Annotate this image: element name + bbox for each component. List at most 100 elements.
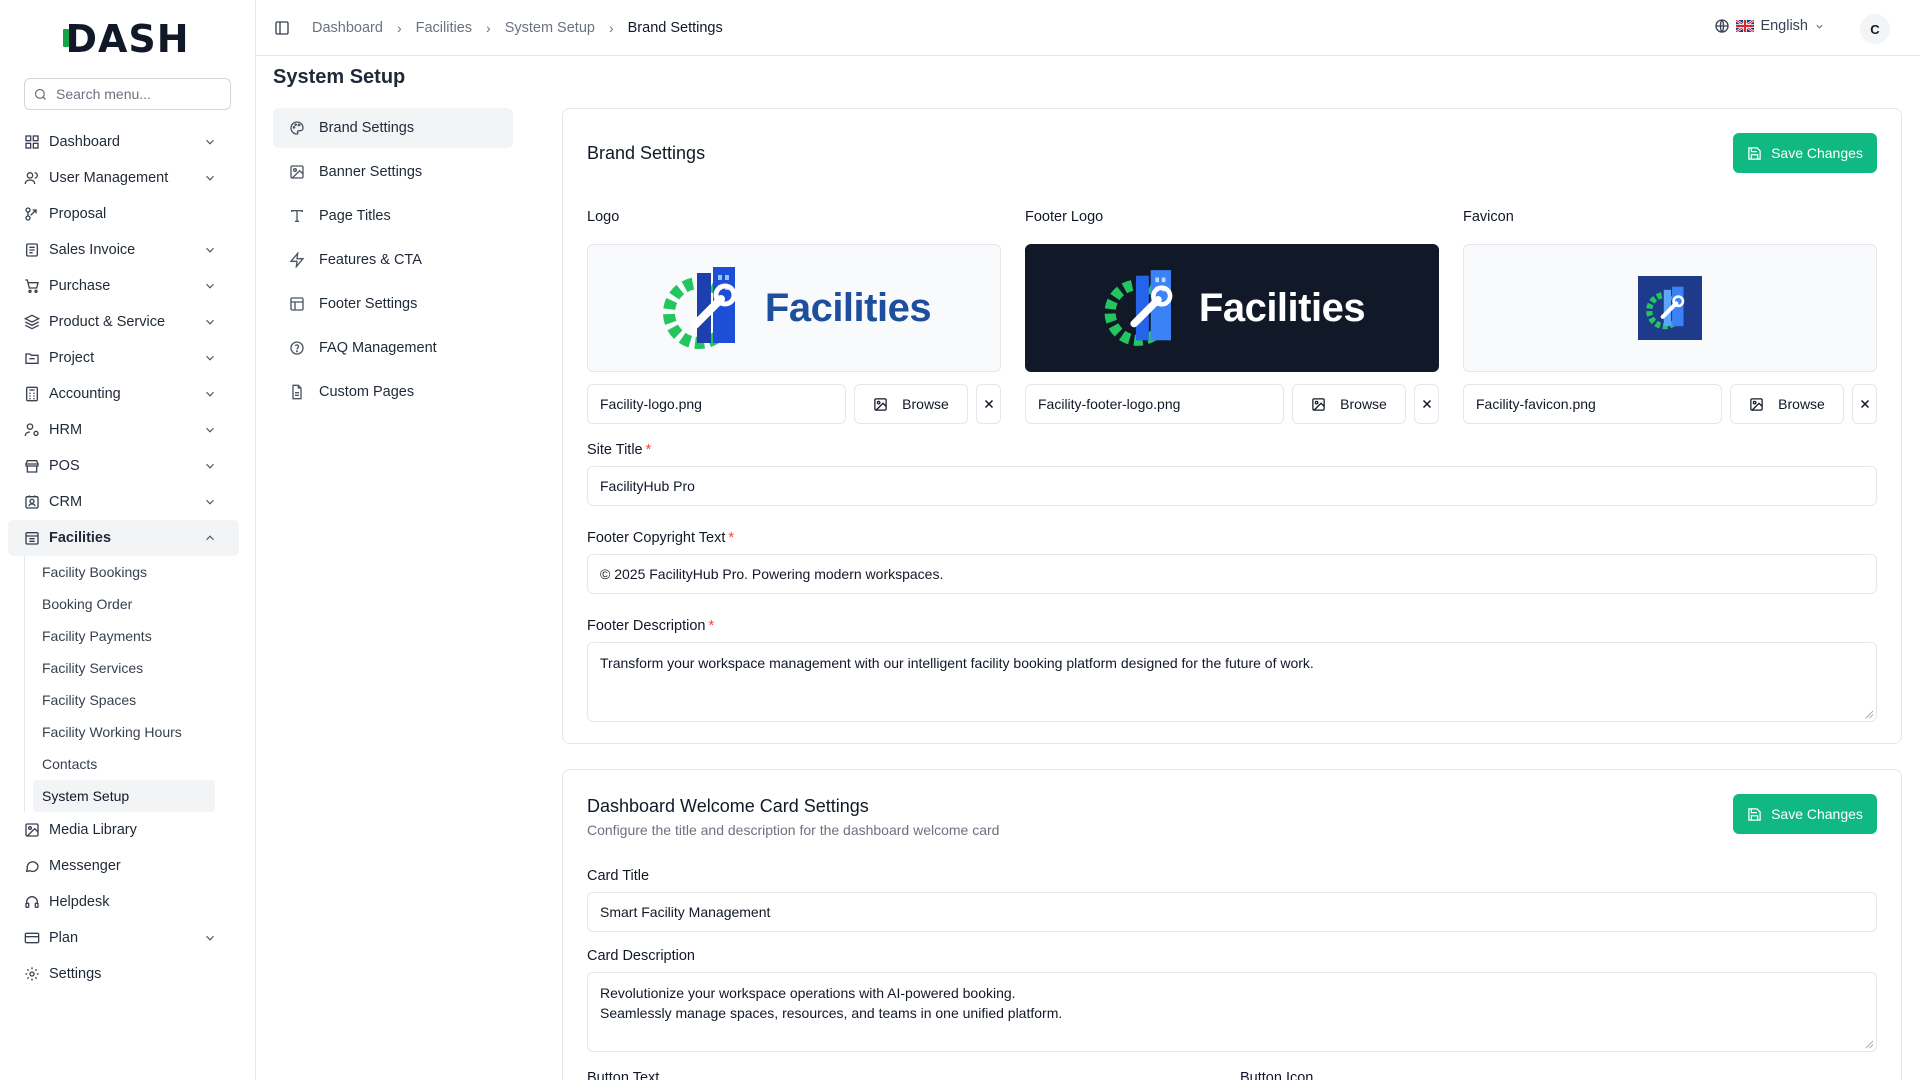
headset-icon <box>25 896 39 908</box>
resize-grip-icon[interactable] <box>1865 710 1874 719</box>
sidebar-item-label: Messenger <box>49 858 121 874</box>
submenu-item-contacts[interactable]: Contacts <box>33 748 215 780</box>
logo-filename-input[interactable]: Facility-logo.png <box>587 384 846 424</box>
sidebar-item-accounting[interactable]: Accounting <box>8 376 239 412</box>
save-icon <box>1748 146 1761 160</box>
footer-logo-browse-button[interactable]: Browse <box>1292 384 1406 424</box>
logo-browse-button[interactable]: Browse <box>854 384 968 424</box>
required-marker: * <box>708 618 715 634</box>
settings-tab-custom-pages[interactable]: Custom Pages <box>273 372 513 412</box>
sidebar-item-sales-invoice[interactable]: Sales Invoice <box>8 232 239 268</box>
submenu-item-booking-order[interactable]: Booking Order <box>33 588 215 620</box>
store-icon <box>25 460 39 473</box>
browse-label: Browse <box>902 396 949 412</box>
sidebar-item-label: Accounting <box>49 386 121 402</box>
breadcrumb-dashboard[interactable]: Dashboard <box>312 20 383 36</box>
settings-tab-features-cta[interactable]: Features & CTA <box>273 240 513 280</box>
settings-tab-brand[interactable]: Brand Settings <box>273 108 513 148</box>
footer-logo-filename-input[interactable]: Facility-footer-logo.png <box>1025 384 1284 424</box>
language-selector[interactable]: English <box>1714 18 1825 34</box>
breadcrumb-separator: › <box>608 19 614 36</box>
logo-clear-button[interactable] <box>976 384 1001 424</box>
site-title-input[interactable]: FacilityHub Pro <box>587 466 1877 506</box>
site-title-label-text: Site Title <box>587 442 643 458</box>
folder-icon <box>25 353 39 364</box>
save-changes-button[interactable]: Save Changes <box>1733 794 1877 834</box>
sidebar-item-settings[interactable]: Settings <box>8 956 239 992</box>
footer-logo-preview: Facilities <box>1025 244 1439 372</box>
settings-tab-page-titles[interactable]: Page Titles <box>273 196 513 236</box>
sidebar-item-hrm[interactable]: HRM <box>8 412 239 448</box>
favicon-preview <box>1463 244 1877 372</box>
sidebar-item-dashboard[interactable]: Dashboard <box>8 124 239 160</box>
footer-description-textarea[interactable]: Transform your workspace management with… <box>587 642 1877 722</box>
submenu-item-facility-services[interactable]: Facility Services <box>33 652 215 684</box>
sidebar-item-user-management[interactable]: User Management <box>8 160 239 196</box>
settings-tab-banner[interactable]: Banner Settings <box>273 152 513 192</box>
sidebar-item-label: Sales Invoice <box>49 242 136 258</box>
chevron-down-icon <box>206 283 214 289</box>
facilities-submenu: Facility Bookings Booking Order Facility… <box>24 556 215 812</box>
close-icon <box>984 399 993 409</box>
zap-icon <box>289 252 305 268</box>
settings-tab-footer[interactable]: Footer Settings <box>273 284 513 324</box>
footer-copyright-input[interactable]: © 2025 FacilityHub Pro. Powering modern … <box>587 554 1877 594</box>
sidebar-item-label: Proposal <box>49 206 107 222</box>
search-placeholder: Search menu... <box>56 86 151 102</box>
sidebar-item-purchase[interactable]: Purchase <box>8 268 239 304</box>
plan-icon <box>24 932 40 944</box>
sidebar-item-project[interactable]: Project <box>8 340 239 376</box>
image-icon <box>874 397 887 411</box>
image-icon <box>25 823 39 837</box>
footer-description-value: Transform your workspace management with… <box>600 655 1314 671</box>
settings-tab-faq[interactable]: FAQ Management <box>273 328 513 368</box>
invoice-icon <box>26 243 38 257</box>
sidebar-nav: Dashboard User Management Proposal Sales… <box>0 124 255 992</box>
submenu-item-facility-working-hours[interactable]: Facility Working Hours <box>33 716 215 748</box>
favicon-browse-button[interactable]: Browse <box>1730 384 1844 424</box>
card-title-field: Card Title Smart Facility Management <box>587 868 1877 932</box>
gear-icon <box>25 967 39 981</box>
sidebar-toggle-icon[interactable] <box>274 20 290 36</box>
submenu-item-facility-bookings[interactable]: Facility Bookings <box>33 556 215 588</box>
card-title-input[interactable]: Smart Facility Management <box>587 892 1877 932</box>
user-avatar[interactable]: C <box>1860 14 1890 44</box>
save-changes-button[interactable]: Save Changes <box>1733 133 1877 173</box>
resize-grip-icon[interactable] <box>1865 1040 1874 1049</box>
settings-tab-label: Custom Pages <box>319 384 415 400</box>
sidebar-item-crm[interactable]: CRM <box>8 484 239 520</box>
favicon-clear-button[interactable] <box>1852 384 1877 424</box>
card-description-label: Card Description <box>587 948 695 964</box>
chevron-up-icon <box>206 535 214 541</box>
settings-tab-label: Features & CTA <box>319 252 422 268</box>
globe-icon <box>1715 19 1730 33</box>
sidebar-item-proposal[interactable]: Proposal <box>8 196 239 232</box>
footer-logo-clear-button[interactable] <box>1414 384 1439 424</box>
sidebar-item-pos[interactable]: POS <box>8 448 239 484</box>
card-description-textarea[interactable]: Revolutionize your workspace operations … <box>587 972 1877 1052</box>
settings-tab-label: FAQ Management <box>319 340 437 356</box>
favicon-upload: Favicon Facility-favicon.png Browse <box>1463 209 1877 424</box>
app-logo[interactable]: DASH <box>0 0 255 78</box>
logo-preview: Facilities <box>587 244 1001 372</box>
settings-tab-label: Brand Settings <box>319 120 415 136</box>
sidebar-item-helpdesk[interactable]: Helpdesk <box>8 884 239 920</box>
sidebar-item-product-service[interactable]: Product & Service <box>8 304 239 340</box>
sidebar-item-messenger[interactable]: Messenger <box>8 848 239 884</box>
sidebar-item-media-library[interactable]: Media Library <box>8 812 239 848</box>
chevron-down-icon <box>206 175 214 181</box>
favicon-filename-input[interactable]: Facility-favicon.png <box>1463 384 1722 424</box>
top-bar: Dashboard › Facilities › System Setup › … <box>256 0 1920 56</box>
submenu-item-facility-payments[interactable]: Facility Payments <box>33 620 215 652</box>
footer-description-label-text: Footer Description <box>587 618 706 634</box>
submenu-item-system-setup[interactable]: System Setup <box>33 780 215 812</box>
footer-logo-label: Footer Logo <box>1025 209 1104 225</box>
breadcrumb-system-setup[interactable]: System Setup <box>505 20 595 36</box>
breadcrumb-facilities[interactable]: Facilities <box>416 20 472 36</box>
sidebar-item-plan[interactable]: Plan <box>8 920 239 956</box>
card-description-line: Seamlessly manage spaces, resources, and… <box>600 1005 1063 1021</box>
sidebar-item-facilities[interactable]: Facilities <box>8 520 239 556</box>
search-menu-input[interactable]: Search menu... <box>24 78 231 110</box>
sidebar-item-label: Settings <box>49 966 102 982</box>
submenu-item-facility-spaces[interactable]: Facility Spaces <box>33 684 215 716</box>
